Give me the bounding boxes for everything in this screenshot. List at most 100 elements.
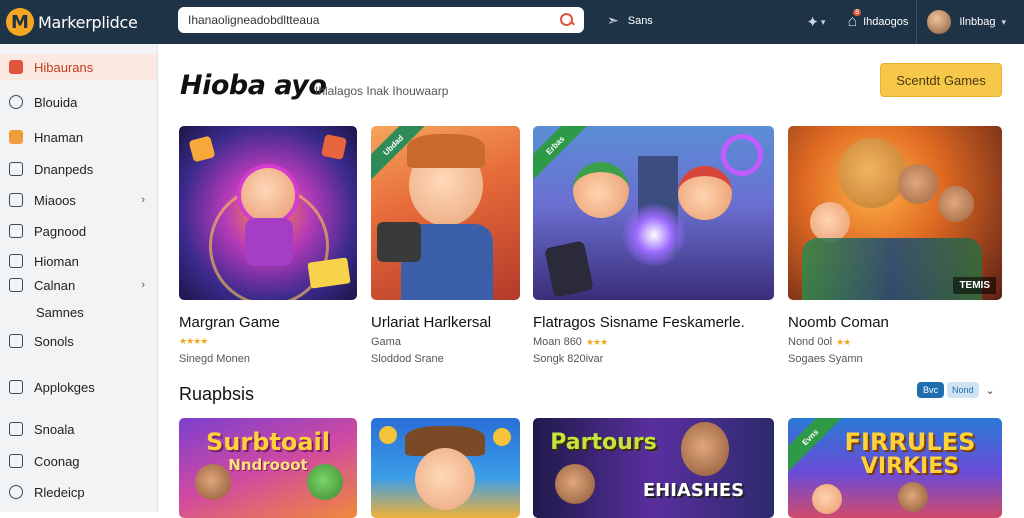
toggle-option-a[interactable]: Bvc [917,382,945,398]
sidebar-item-label: Calnan [34,277,76,293]
character-face [810,202,850,242]
rating-stars: ★★★★ [179,336,208,346]
chevron-down-icon[interactable]: ▾ [821,17,826,28]
game-meta-text: Nond 0ol [788,336,833,348]
search-input[interactable] [188,13,560,27]
nav-share-link[interactable]: ➣ Sans [607,12,653,29]
character-hair [407,134,485,168]
game-title-4[interactable]: Noomb Coman [788,314,889,331]
game-meta-text: Gama [371,336,401,348]
game-card-image: Erbas [533,126,774,300]
game-title-2[interactable]: Urlariat Harlkersal [371,314,491,331]
character-face [898,164,938,204]
character-face [812,484,842,514]
game-title-1[interactable]: Margran Game [179,314,280,331]
sidebar-item-hibaurans[interactable]: Hibaurans [0,54,157,80]
game-card-3[interactable]: Erbas [533,126,774,300]
sidebar-item-snoala[interactable]: Snoala [0,416,157,442]
game-card-5[interactable]: Surbtoail Nndrooot [179,418,357,518]
character-face [307,464,343,500]
game-meta-1: ★★★★ [179,336,208,347]
sidebar-item-sonols[interactable]: Sonols [0,328,157,354]
sidebar-item-label: Sonols [34,333,74,349]
user-menu-label[interactable]: Ilnbbag [959,16,995,28]
page-subtitle: Ihlalagos Inak Ihouwaarp [315,84,449,98]
game-title-3[interactable]: Flatragos Sisname Feskamerle. [533,314,745,331]
game-price-2: Sloddod Srane [371,353,444,365]
header-divider [916,0,918,44]
sidebar-item-label: Applokges [34,379,95,395]
section-title: Ruapbsis [179,384,255,404]
character-face [678,166,732,220]
sidebar-item-calnan[interactable]: Calnan › [0,272,157,298]
brand-name: Markerplidce [38,12,138,32]
main-content: Hioba ayo Ihlalagos Inak Ihouwaarp Scent… [158,44,1024,518]
top-navbar: M Markerplidce ➣ Sans ✦ ▾ ⌂ 8 Ihdaogos I… [0,0,1024,44]
chevron-down-icon[interactable]: ⌄ [986,384,995,397]
search-bar [178,7,584,33]
sidebar-item-label: Blouida [34,94,78,110]
game-price-3: Songk 820ivar [533,353,604,365]
sidebar-item-hnaman[interactable]: Hnaman [0,124,157,150]
check-icon [9,278,23,292]
chart-icon [9,254,23,268]
held-device [544,240,594,298]
sidebar-item-label: Miaoos [34,192,76,208]
chevron-down-icon[interactable]: ▾ [1001,17,1006,28]
sidebar-item-label: Snoala [34,421,75,437]
game-card-2[interactable]: Ubdad [371,126,520,300]
home-icon [9,60,23,74]
toggle-option-b[interactable]: Nond [947,382,979,398]
floating-tile [320,133,348,161]
character-face [938,186,974,222]
game-card-4[interactable]: TEMIS [788,126,1002,300]
sidebar-item-miaoos[interactable]: Miaoos › [0,187,157,213]
apps-icon [9,380,23,394]
sidebar-item-samnes[interactable]: Samnes [0,299,157,325]
game-card-6[interactable] [371,418,520,518]
sidebar-item-dnanpeds[interactable]: Dnanpeds [0,156,157,182]
character-face [898,482,928,512]
messages-label[interactable]: Ihdaogos [863,16,908,28]
search-icon[interactable] [560,13,574,27]
notifications-button[interactable]: ⌂ 8 [847,9,862,31]
game-card-image: Partours EHIASHES [533,418,774,518]
art-subtitle: VIRKIES [860,454,960,479]
character-body [245,218,293,266]
search-games-button[interactable]: Scentdt Games [880,63,1002,97]
sidebar-item-pagnood[interactable]: Pagnood [0,218,157,244]
game-card-1[interactable] [179,126,357,300]
game-meta-text: Moan 860 [533,336,582,348]
grid-icon [9,193,23,207]
sidebar-item-applokges[interactable]: Applokges [0,374,157,400]
character-face [195,464,231,500]
game-card-image [371,418,520,518]
calendar-icon [9,454,23,468]
sidebar-item-label: Pagnood [34,223,87,239]
magic-orb [623,204,685,266]
sidebar: Hibaurans Blouida Hnaman Dnanpeds Miaoos… [0,44,158,512]
character-face [573,162,629,218]
pin-icon[interactable]: ✦ [806,13,819,31]
text-icon [9,334,23,348]
game-card-8[interactable]: Evns FIRRULES VIRKIES [788,418,1002,518]
card-tag: TEMIS [953,277,996,294]
sidebar-item-label: Samnes [36,304,84,320]
character-face [415,448,475,510]
art-title: FIRRULES [844,428,976,456]
game-card-7[interactable]: Partours EHIASHES [533,418,774,518]
sidebar-item-blouida[interactable]: Blouida [0,89,157,115]
nav-share-label: Sans [627,14,653,27]
edit-icon [9,224,23,238]
notification-badge: 8 [853,9,862,16]
rating-stars: ★★ [836,336,851,347]
game-meta-4: Nond 0ol ★★ [788,336,851,348]
sidebar-item-coonag[interactable]: Coonag [0,448,157,474]
avatar[interactable] [927,10,952,34]
sidebar-item-rledeicp[interactable]: Rledeicp [0,479,157,505]
share-icon: ➣ [607,12,619,28]
game-meta-3: Moan 860 ★★★ [533,336,608,348]
character-face [237,164,299,226]
sidebar-item-hioman[interactable]: Hioman [0,248,157,274]
brand[interactable]: M Markerplidce [0,8,158,36]
